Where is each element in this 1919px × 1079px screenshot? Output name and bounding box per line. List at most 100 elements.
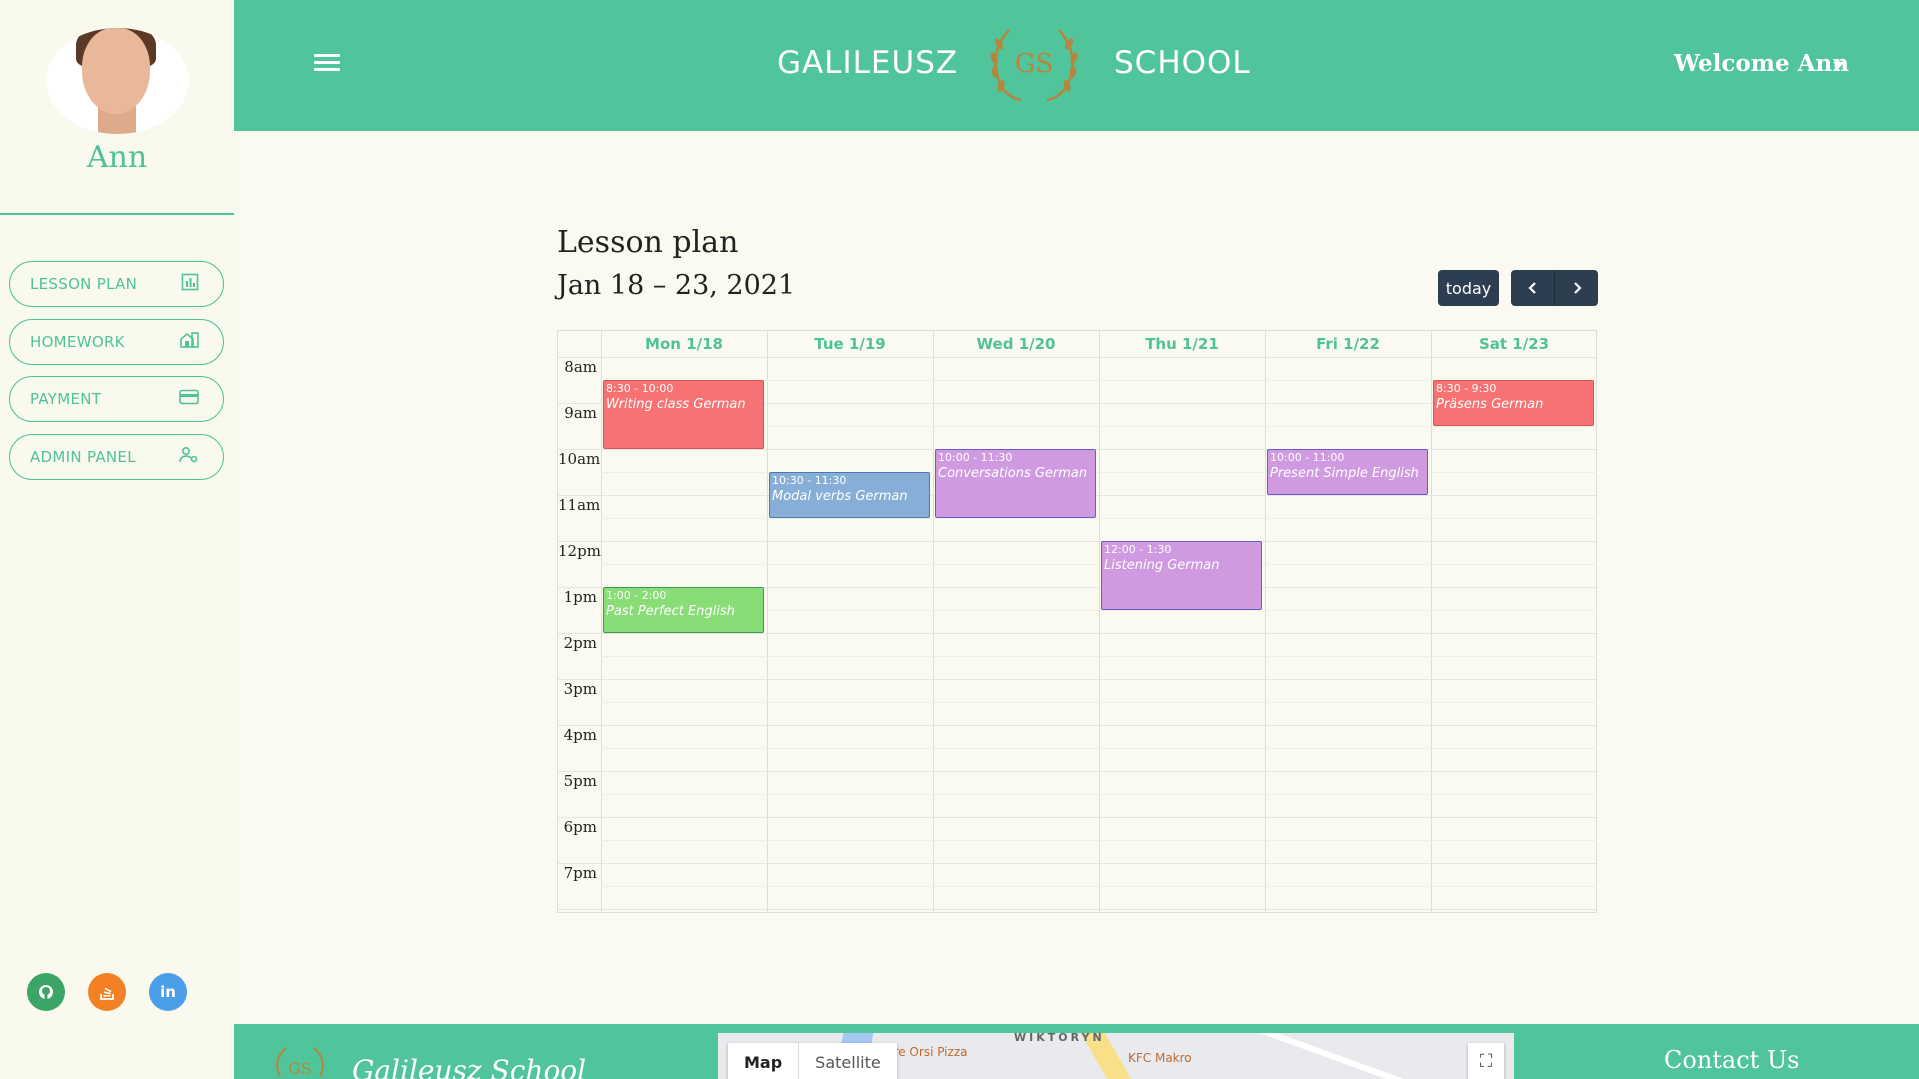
calendar-event[interactable]: 8:30 - 10:00 Writing class German — [603, 380, 764, 449]
logo-text: GS — [1015, 49, 1054, 79]
avatar — [46, 28, 189, 134]
chevron-left-icon — [1527, 282, 1536, 294]
map-type-tabs: Map Satellite — [728, 1043, 897, 1079]
fullscreen-icon[interactable]: ⛶ — [1468, 1043, 1504, 1079]
calendar-event[interactable]: 10:00 - 11:00 Present Simple English — [1267, 449, 1428, 495]
event-time: 10:00 - 11:00 — [1270, 451, 1345, 464]
map-tab-map[interactable]: Map — [728, 1043, 798, 1079]
grid-line — [601, 518, 1597, 519]
next-week-button[interactable] — [1554, 270, 1598, 306]
time-label: 3pm — [563, 680, 597, 698]
calendar-event[interactable]: 12:00 - 1:30 Listening German — [1101, 541, 1262, 610]
day-column-header: Sat 1/23 — [1478, 335, 1550, 353]
event-title: Past Perfect English — [606, 604, 735, 619]
welcome-dropdown[interactable]: Welcome Ann — [1674, 50, 1849, 77]
nav-label: HOMEWORK — [30, 333, 125, 351]
map-embed[interactable]: WIKTORYN Tre Orsi Pizza KFC Makro Map Sa… — [718, 1033, 1514, 1079]
event-title: Writing class German — [606, 397, 746, 412]
github-icon[interactable] — [27, 973, 65, 1011]
hamburger-menu-icon[interactable] — [314, 54, 340, 74]
event-time: 10:30 - 11:30 — [772, 474, 847, 487]
user-cog-icon — [179, 446, 199, 469]
event-title: Listening German — [1104, 558, 1220, 573]
time-label: 9am — [564, 404, 597, 422]
calendar-grid: Mon 1/18 Tue 1/19 Wed 1/20 Thu 1/21 Fri 1/22… — [557, 330, 1597, 913]
nav-admin-panel-button[interactable]: ADMIN PANEL — [9, 434, 224, 480]
date-range: Jan 18 – 23, 2021 — [557, 270, 796, 301]
grid-line — [601, 702, 1597, 703]
time-label: 11am — [558, 496, 601, 514]
footer-logo-text: GS — [288, 1059, 312, 1078]
house-icon — [179, 331, 199, 354]
day-column-header: Thu 1/21 — [1145, 335, 1219, 353]
grid-line — [933, 331, 934, 912]
grid-line — [601, 331, 602, 912]
time-label: 5pm — [563, 772, 597, 790]
grid-line — [558, 357, 1596, 358]
prev-week-button[interactable] — [1511, 270, 1554, 306]
time-label: 7pm — [563, 864, 597, 882]
page-title: Lesson plan — [557, 225, 739, 260]
day-column-header: Wed 1/20 — [976, 335, 1056, 353]
nav-lesson-plan-button[interactable]: LESSON PLAN — [9, 261, 224, 307]
grid-line — [558, 863, 1596, 864]
time-label: 2pm — [563, 634, 597, 652]
grid-line — [1431, 331, 1432, 912]
time-label: 10am — [558, 450, 601, 468]
grid-line — [558, 771, 1596, 772]
calendar-event[interactable]: 10:30 - 11:30 Modal verbs German — [769, 472, 930, 518]
day-column-header: Fri 1/22 — [1316, 335, 1380, 353]
map-tab-satellite[interactable]: Satellite — [798, 1043, 897, 1079]
grid-line — [601, 472, 1597, 473]
grid-line — [601, 564, 1597, 565]
grid-line — [558, 725, 1596, 726]
event-time: 1:00 - 2:00 — [606, 589, 667, 602]
grid-line — [1265, 331, 1266, 912]
event-title: Present Simple English — [1270, 466, 1419, 481]
grid-line — [558, 909, 1596, 910]
calendar-event[interactable]: 10:00 - 11:30 Conversations German — [935, 449, 1096, 518]
calendar-event[interactable]: 8:30 - 9:30 Präsens German — [1433, 380, 1594, 426]
time-label: 8am — [564, 358, 597, 376]
grid-line — [558, 633, 1596, 634]
calendar-event[interactable]: 1:00 - 2:00 Past Perfect English — [603, 587, 764, 633]
stack-overflow-icon[interactable] — [88, 973, 126, 1011]
caret-down-icon[interactable] — [1833, 62, 1845, 68]
time-label: 12pm — [558, 542, 601, 560]
sidebar: Ann LESSON PLAN HOMEWORK PAYMENT ADMIN P… — [0, 0, 234, 1079]
grid-line — [601, 748, 1597, 749]
nav-homework-button[interactable]: HOMEWORK — [9, 319, 224, 365]
grid-line — [601, 840, 1597, 841]
event-time: 8:30 - 9:30 — [1436, 382, 1497, 395]
nav-label: LESSON PLAN — [30, 275, 138, 293]
brand-left: GALILEUSZ — [777, 45, 959, 81]
brand-right: SCHOOL — [1114, 45, 1251, 81]
linkedin-icon[interactable]: in — [149, 973, 187, 1011]
credit-card-icon — [179, 389, 199, 410]
contact-us-heading: Contact Us — [1664, 1046, 1800, 1074]
nav-label: PAYMENT — [30, 390, 102, 408]
grid-line — [1099, 331, 1100, 912]
event-time: 8:30 - 10:00 — [606, 382, 674, 395]
time-label: 1pm — [563, 588, 597, 606]
time-label: 6pm — [563, 818, 597, 836]
event-title: Conversations German — [938, 466, 1088, 481]
divider — [0, 213, 234, 215]
grid-line — [558, 679, 1596, 680]
top-bar: GALILEUSZ GS SCHOOL Welcome Ann — [234, 0, 1919, 131]
map-label: KFC Makro — [1128, 1051, 1192, 1065]
event-time: 12:00 - 1:30 — [1104, 543, 1172, 556]
day-column-header: Tue 1/19 — [814, 335, 886, 353]
grid-line — [601, 794, 1597, 795]
nav-payment-button[interactable]: PAYMENT — [9, 376, 224, 422]
event-title: Präsens German — [1436, 397, 1544, 412]
footer-school-name: Galileusz School — [352, 1054, 587, 1079]
user-name: Ann — [86, 140, 148, 175]
today-button[interactable]: today — [1438, 270, 1499, 306]
bar-chart-icon — [181, 273, 199, 296]
footer: GS Galileusz School WIKTORYN Tre Orsi Pi… — [234, 1024, 1919, 1079]
grid-line — [558, 817, 1596, 818]
grid-line — [767, 331, 768, 912]
grid-line — [558, 541, 1596, 542]
grid-line — [601, 656, 1597, 657]
